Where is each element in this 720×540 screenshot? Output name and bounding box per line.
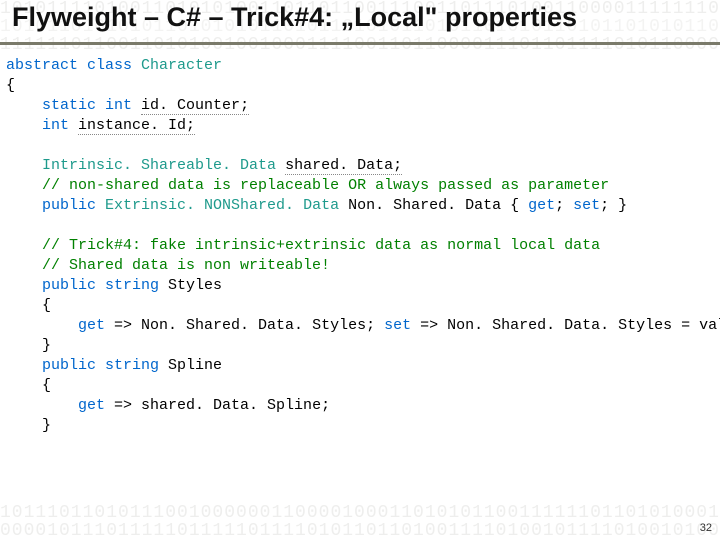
indent-guide — [6, 157, 42, 174]
brace-close2: } — [42, 337, 51, 354]
kw-class: class — [78, 57, 141, 74]
set-body-styles: => Non. Shared. Data. Styles = valu — [420, 317, 720, 334]
indent-guide — [6, 357, 42, 374]
kw-public: public — [42, 197, 105, 214]
kw-public-string2: public string — [42, 357, 168, 374]
kw-static-int: static int — [42, 97, 141, 114]
indent-guide — [6, 257, 42, 274]
punct: ; } — [600, 197, 627, 214]
field-shareddata: shared. Data; — [285, 157, 402, 175]
type-character: Character — [141, 57, 222, 74]
indent-guide — [6, 197, 42, 214]
brace-close3: } — [42, 417, 51, 434]
slide-header: Flyweight – C# – Trick#4: „Local" proper… — [0, 2, 720, 42]
page-title: Flyweight – C# – Trick#4: „Local" proper… — [12, 2, 720, 33]
prop-nonshared: Non. Shared. Data { — [348, 197, 528, 214]
indent-guide — [6, 317, 78, 334]
indent-guide — [6, 97, 42, 114]
code-block: abstract class Character { static int id… — [6, 56, 720, 436]
kw-get2: get — [78, 317, 114, 334]
kw-int: int — [42, 117, 78, 134]
get-body-spline: => shared. Data. Spline; — [114, 397, 330, 414]
comment-readonly: // Shared data is non writeable! — [42, 257, 330, 274]
indent-guide — [6, 277, 42, 294]
type-intrinsic: Intrinsic. Shareable. Data — [42, 157, 285, 174]
kw-get3: get — [78, 397, 114, 414]
indent-guide — [6, 117, 42, 134]
punct: ; — [555, 197, 573, 214]
prop-spline: Spline — [168, 357, 222, 374]
page-number: 32 — [700, 522, 712, 534]
indent-guide — [6, 337, 42, 354]
kw-set: set — [573, 197, 600, 214]
brace-open2: { — [42, 297, 51, 314]
kw-get: get — [528, 197, 555, 214]
kw-set2: set — [384, 317, 420, 334]
indent-guide — [6, 297, 42, 314]
indent-guide — [6, 417, 42, 434]
indent-guide — [6, 177, 42, 194]
brace-open3: { — [42, 377, 51, 394]
get-body-styles: => Non. Shared. Data. Styles; — [114, 317, 384, 334]
type-extrinsic: Extrinsic. NONShared. Data — [105, 197, 348, 214]
comment-nonshared: // non-shared data is replaceable OR alw… — [42, 177, 609, 194]
indent-guide — [6, 397, 78, 414]
comment-trick4: // Trick#4: fake intrinsic+extrinsic dat… — [42, 237, 600, 254]
indent-guide — [6, 237, 42, 254]
header-rule — [0, 42, 720, 45]
field-idcounter: id. Counter; — [141, 97, 249, 115]
field-instanceid: instance. Id; — [78, 117, 195, 135]
kw-public-string: public string — [42, 277, 168, 294]
kw-abstract: abstract — [6, 57, 78, 74]
brace-open: { — [6, 77, 15, 94]
prop-styles: Styles — [168, 277, 222, 294]
indent-guide — [6, 377, 42, 394]
